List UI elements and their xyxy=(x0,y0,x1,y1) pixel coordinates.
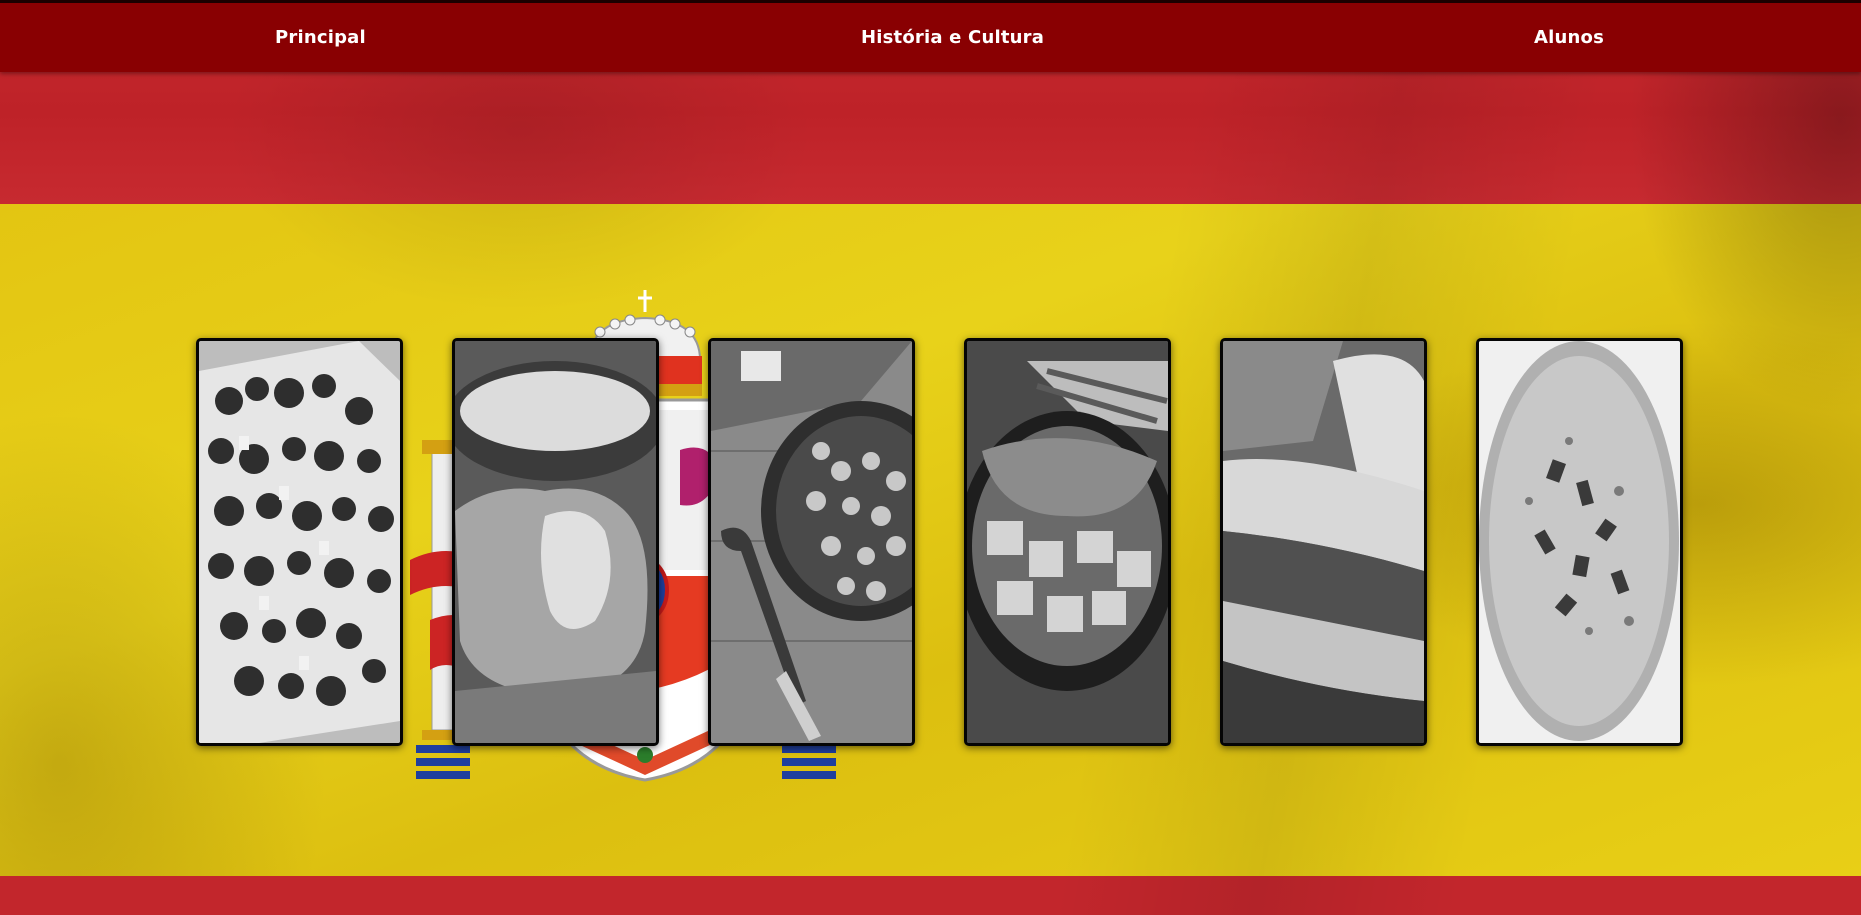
nav-link-historia-e-cultura[interactable]: História e Cultura xyxy=(861,27,1044,48)
page: Principal História e Cultura Alunos xyxy=(0,0,1861,915)
food-card-sandwich[interactable] xyxy=(1220,338,1427,746)
croquettes-photo xyxy=(455,341,656,743)
food-card-cold-soup[interactable] xyxy=(1476,338,1683,746)
nav-link-principal[interactable]: Principal xyxy=(275,27,366,48)
top-navbar: Principal História e Cultura Alunos xyxy=(0,0,1861,72)
food-card-croquettes[interactable] xyxy=(452,338,659,746)
flag-red-band-bottom xyxy=(0,876,1861,915)
nav-link-alunos[interactable]: Alunos xyxy=(1534,27,1604,48)
patatas-bravas-photo xyxy=(967,341,1168,743)
skewers-photo xyxy=(199,341,400,743)
cold-soup-photo xyxy=(1479,341,1680,743)
chickpea-stew-photo xyxy=(711,341,912,743)
food-card-chickpea-stew[interactable] xyxy=(708,338,915,746)
sandwich-photo xyxy=(1223,341,1424,743)
food-card-patatas-bravas[interactable] xyxy=(964,338,1171,746)
food-card-skewers[interactable] xyxy=(196,338,403,746)
